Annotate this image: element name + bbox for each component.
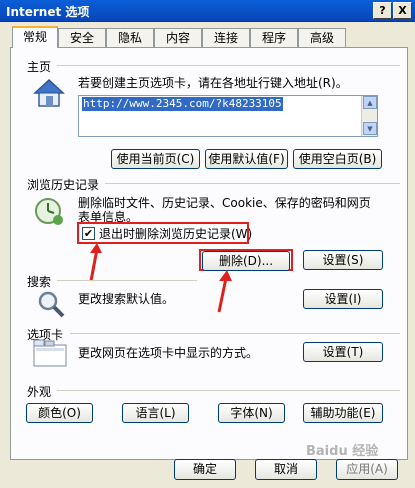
apply-button[interactable]: 应用(A)	[336, 459, 398, 480]
scroll-down-icon[interactable]: ▼	[363, 122, 377, 135]
tab-security[interactable]: 安全	[58, 28, 106, 47]
history-clock-icon	[33, 196, 65, 226]
delete-on-exit-checkbox[interactable]: ✔	[82, 227, 95, 240]
search-description: 更改搜索默认值。	[78, 292, 175, 306]
annotation-arrow-1	[89, 243, 102, 282]
tab-general[interactable]: 常规	[12, 26, 58, 48]
history-desc-line1: 删除临时文件、历史记录、Cookie、保存的密码和网页	[78, 196, 371, 210]
appearance-section-title: 外观	[27, 385, 52, 399]
tab-advanced[interactable]: 高级	[298, 28, 346, 47]
home-description: 若要创建主页选项卡，请在各地址行键入地址(R)。	[78, 76, 348, 90]
tab-connections[interactable]: 连接	[202, 28, 250, 47]
tabs-settings-button[interactable]: 设置(T)	[303, 342, 383, 362]
search-magnifier-icon	[36, 289, 66, 319]
languages-button[interactable]: 语言(L)	[122, 403, 189, 423]
history-divider	[105, 183, 400, 184]
home-divider	[57, 65, 400, 66]
colors-button[interactable]: 颜色(O)	[26, 403, 93, 423]
tab-privacy[interactable]: 隐私	[106, 28, 154, 47]
tabs-window-icon	[33, 339, 67, 367]
annotation-arrow-2	[217, 270, 232, 313]
close-button[interactable]: X	[393, 2, 412, 19]
appearance-divider	[57, 390, 400, 391]
window-title: Internet 选项	[6, 5, 90, 19]
delete-on-exit-label: 退出时删除浏览历史记录(W)	[99, 227, 253, 241]
search-divider	[57, 280, 197, 281]
scroll-up-icon[interactable]: ▲	[363, 96, 377, 109]
home-section-title: 主页	[27, 60, 52, 74]
cancel-button[interactable]: 取消	[255, 459, 317, 480]
history-settings-button[interactable]: 设置(S)	[303, 250, 383, 270]
use-current-button[interactable]: 使用当前页(C)	[111, 149, 200, 169]
url-scrollbar[interactable]: ▲ ▼	[361, 96, 377, 136]
delete-history-button[interactable]: 删除(D)...	[202, 251, 290, 271]
home-url-value: http://www.2345.com/?k48233105	[82, 97, 283, 111]
use-blank-button[interactable]: 使用空白页(B)	[293, 149, 382, 169]
search-settings-button[interactable]: 设置(I)	[303, 289, 383, 309]
search-section-title: 搜索	[27, 275, 52, 289]
tabs-divider	[70, 333, 400, 334]
accessibility-button[interactable]: 辅助功能(E)	[303, 403, 383, 423]
ok-button[interactable]: 确定	[174, 459, 236, 480]
fonts-button[interactable]: 字体(N)	[218, 403, 285, 423]
tab-programs[interactable]: 程序	[250, 28, 298, 47]
help-button[interactable]: ?	[373, 2, 392, 19]
baidu-watermark: Baidu 经验	[306, 444, 379, 459]
tabs-description: 更改网页在选项卡中显示的方式。	[78, 346, 259, 360]
home-icon	[33, 78, 65, 108]
use-default-button[interactable]: 使用默认值(F)	[205, 149, 288, 169]
history-section-title: 浏览历史记录	[27, 178, 100, 192]
tab-content[interactable]: 内容	[154, 28, 202, 47]
